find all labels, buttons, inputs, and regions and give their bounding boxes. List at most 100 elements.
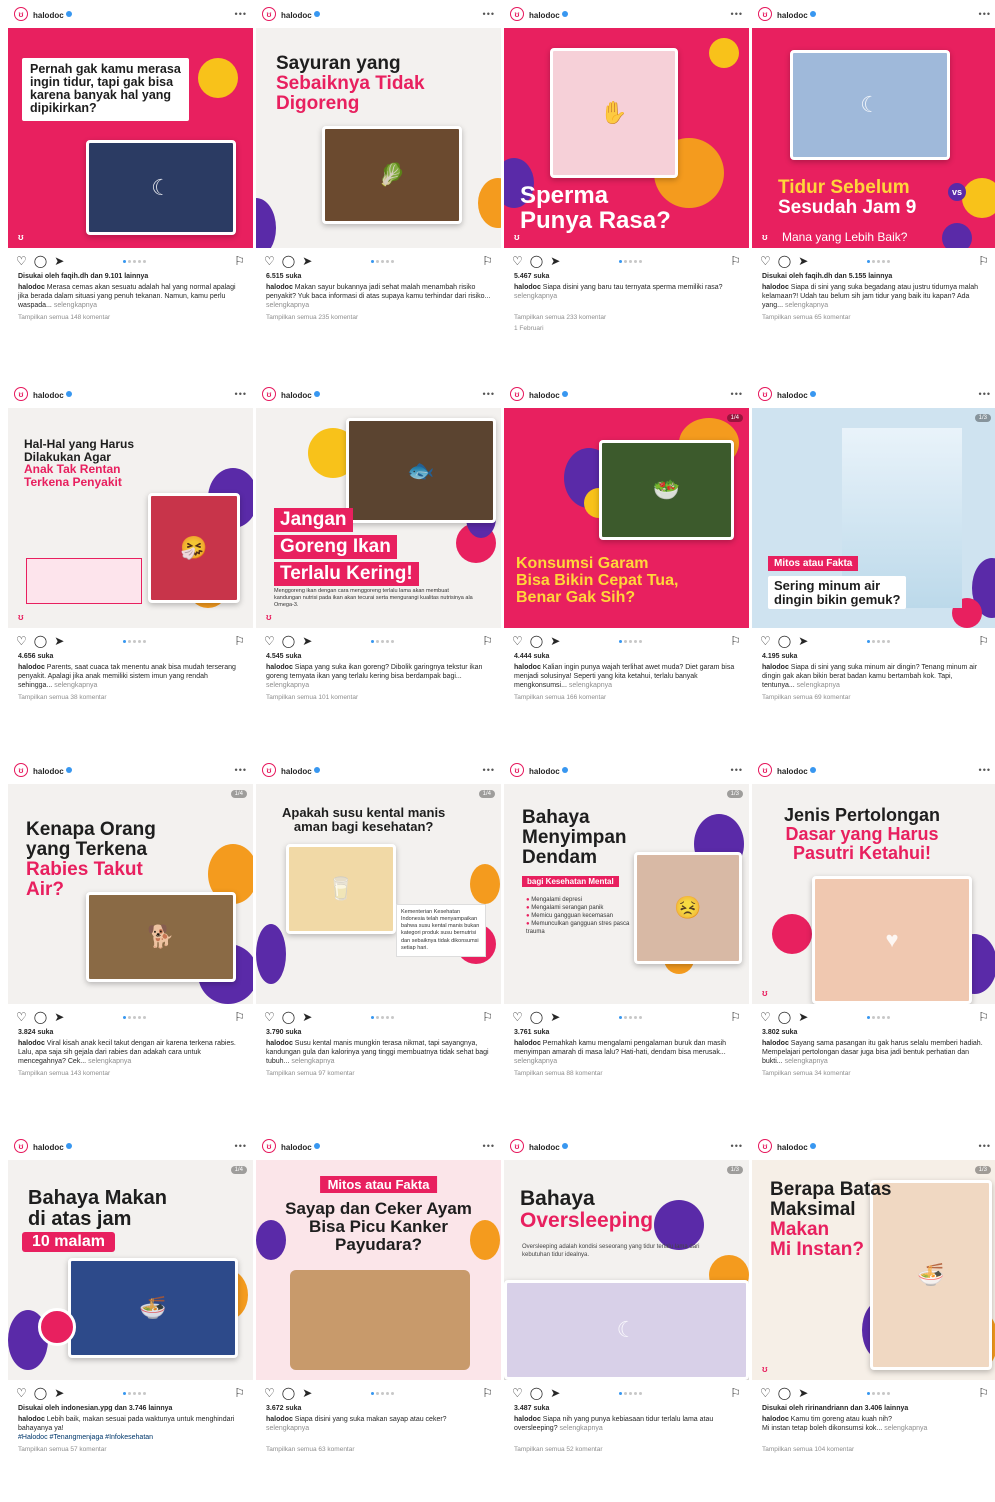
more-dots-icon[interactable]: ••• [731,9,743,19]
likes-count[interactable]: 3.790 suka [256,1027,501,1038]
more-dots-icon[interactable]: ••• [235,765,247,775]
heart-icon[interactable]: ♡ [760,634,771,648]
caption-username[interactable]: halodoc [514,1040,541,1047]
heart-icon[interactable]: ♡ [264,1386,275,1400]
caption-username[interactable]: halodoc [18,284,45,291]
more-dots-icon[interactable]: ••• [235,9,247,19]
caption-username[interactable]: halodoc [266,284,293,291]
post-image[interactable]: Mitos atau Fakta Sayap dan Ceker Ayam Bisa… [256,1160,501,1380]
see-more-link[interactable]: selengkapnya [266,302,309,309]
caption-username[interactable]: halodoc [514,1416,541,1423]
view-comments-link[interactable]: Tampilkan semua 104 komentar [752,1444,995,1455]
bookmark-icon[interactable]: ⚐ [978,1386,989,1400]
caption-username[interactable]: halodoc [514,664,541,671]
likes-count[interactable]: 4.444 suka [504,651,749,662]
bookmark-icon[interactable]: ⚐ [730,634,741,648]
avatar[interactable]: ʊ [14,1139,28,1153]
view-comments-link[interactable]: Tampilkan semua 88 komentar [504,1068,749,1079]
avatar[interactable]: ʊ [510,1139,524,1153]
view-comments-link[interactable]: Tampilkan semua 101 komentar [256,692,501,703]
heart-icon[interactable]: ♡ [264,634,275,648]
likes-count[interactable]: 3.761 suka [504,1027,749,1038]
avatar[interactable]: ʊ [510,7,524,21]
heart-icon[interactable]: ♡ [760,1010,771,1024]
username[interactable]: halodoc [529,11,560,20]
caption-username[interactable]: halodoc [18,664,45,671]
caption-username[interactable]: halodoc [18,1416,45,1423]
hashtags[interactable]: #Halodoc #Tenangmenjaga #Infokesehatan [18,1434,153,1441]
bookmark-icon[interactable]: ⚐ [482,254,493,268]
caption-username[interactable]: halodoc [762,1040,789,1047]
username[interactable]: halodoc [33,11,64,20]
avatar[interactable]: ʊ [262,1139,276,1153]
avatar[interactable]: ʊ [510,387,524,401]
bookmark-icon[interactable]: ⚐ [234,254,245,268]
see-more-link[interactable]: selengkapnya [266,1425,309,1432]
avatar[interactable]: ʊ [262,7,276,21]
bookmark-icon[interactable]: ⚐ [730,254,741,268]
see-more-link[interactable]: selengkapnya [514,1058,557,1065]
username[interactable]: halodoc [281,391,312,400]
more-dots-icon[interactable]: ••• [483,1141,495,1151]
username[interactable]: halodoc [777,1143,808,1152]
see-more-link[interactable]: selengkapnya [569,682,612,689]
see-more-link[interactable]: selengkapnya [54,302,97,309]
view-comments-link[interactable]: Tampilkan semua 65 komentar [752,312,995,323]
post-image[interactable]: ♥ Jenis Pertolongan Dasar yang Harus Pasutr… [752,784,995,1004]
more-dots-icon[interactable]: ••• [483,765,495,775]
caption-username[interactable]: halodoc [762,1416,789,1423]
more-dots-icon[interactable]: ••• [731,389,743,399]
bookmark-icon[interactable]: ⚐ [978,1010,989,1024]
heart-icon[interactable]: ♡ [760,254,771,268]
likes-count[interactable]: 5.467 suka [504,271,749,282]
heart-icon[interactable]: ♡ [512,254,523,268]
post-image[interactable]: ☾ Pernah gak kamu merasa ingin tidur, tapi… [8,28,253,248]
more-dots-icon[interactable]: ••• [731,1141,743,1151]
view-comments-link[interactable]: Tampilkan semua 143 komentar [8,1068,253,1079]
avatar[interactable]: ʊ [14,763,28,777]
bookmark-icon[interactable]: ⚐ [482,634,493,648]
see-more-link[interactable]: selengkapnya [785,302,828,309]
likes-count[interactable]: 3.487 suka [504,1403,749,1414]
more-dots-icon[interactable]: ••• [731,765,743,775]
username[interactable]: halodoc [281,1143,312,1152]
post-image[interactable]: 🥛 Apakah susu kental manis aman bagi keseh… [256,784,501,1004]
post-image[interactable]: 🍜 Berapa Batas Maksimal Makan Mi Instan? 1/3 ʊ [752,1160,995,1380]
see-more-link[interactable]: selengkapnya [560,1425,603,1432]
view-comments-link[interactable]: Tampilkan semua 166 komentar [504,692,749,703]
bookmark-icon[interactable]: ⚐ [482,1386,493,1400]
heart-icon[interactable]: ♡ [512,634,523,648]
view-comments-link[interactable]: Tampilkan semua 148 komentar [8,312,253,323]
view-comments-link[interactable]: Tampilkan semua 52 komentar [504,1444,749,1455]
likes-count[interactable]: 3.672 suka [256,1403,501,1414]
post-image[interactable]: ✋ Sperma Punya Rasa? ʊ [504,28,749,248]
post-image[interactable]: 🥗 Konsumsi Garam Bisa Bikin Cepat Tua, Bena… [504,408,749,628]
view-comments-link[interactable]: Tampilkan semua 63 komentar [256,1444,501,1455]
post-image[interactable]: 😣 Bahaya Menyimpan Dendam bagi Kesehatan Men… [504,784,749,1004]
view-comments-link[interactable]: Tampilkan semua 235 komentar [256,312,501,323]
more-dots-icon[interactable]: ••• [979,389,991,399]
caption-username[interactable]: halodoc [266,1416,293,1423]
view-comments-link[interactable]: Tampilkan semua 57 komentar [8,1444,253,1455]
more-dots-icon[interactable]: ••• [979,765,991,775]
avatar[interactable]: ʊ [758,763,772,777]
view-comments-link[interactable]: Tampilkan semua 69 komentar [752,692,995,703]
heart-icon[interactable]: ♡ [512,1386,523,1400]
bookmark-icon[interactable]: ⚐ [234,1386,245,1400]
bookmark-icon[interactable]: ⚐ [234,1010,245,1024]
bookmark-icon[interactable]: ⚐ [730,1386,741,1400]
see-more-link[interactable]: selengkapnya [785,1058,828,1065]
likes-count[interactable]: Disukai oleh indonesian.ypg dan 3.746 la… [8,1403,253,1414]
likes-count[interactable]: 4.195 suka [752,651,995,662]
bookmark-icon[interactable]: ⚐ [978,634,989,648]
more-dots-icon[interactable]: ••• [483,389,495,399]
caption-username[interactable]: halodoc [762,284,789,291]
bookmark-icon[interactable]: ⚐ [482,1010,493,1024]
post-image[interactable]: 🥬 Sayuran yang Sebaiknya Tidak Digoreng [256,28,501,248]
more-dots-icon[interactable]: ••• [979,9,991,19]
heart-icon[interactable]: ♡ [264,254,275,268]
avatar[interactable]: ʊ [758,7,772,21]
avatar[interactable]: ʊ [510,763,524,777]
avatar[interactable]: ʊ [758,1139,772,1153]
see-more-link[interactable]: selengkapnya [88,1058,131,1065]
